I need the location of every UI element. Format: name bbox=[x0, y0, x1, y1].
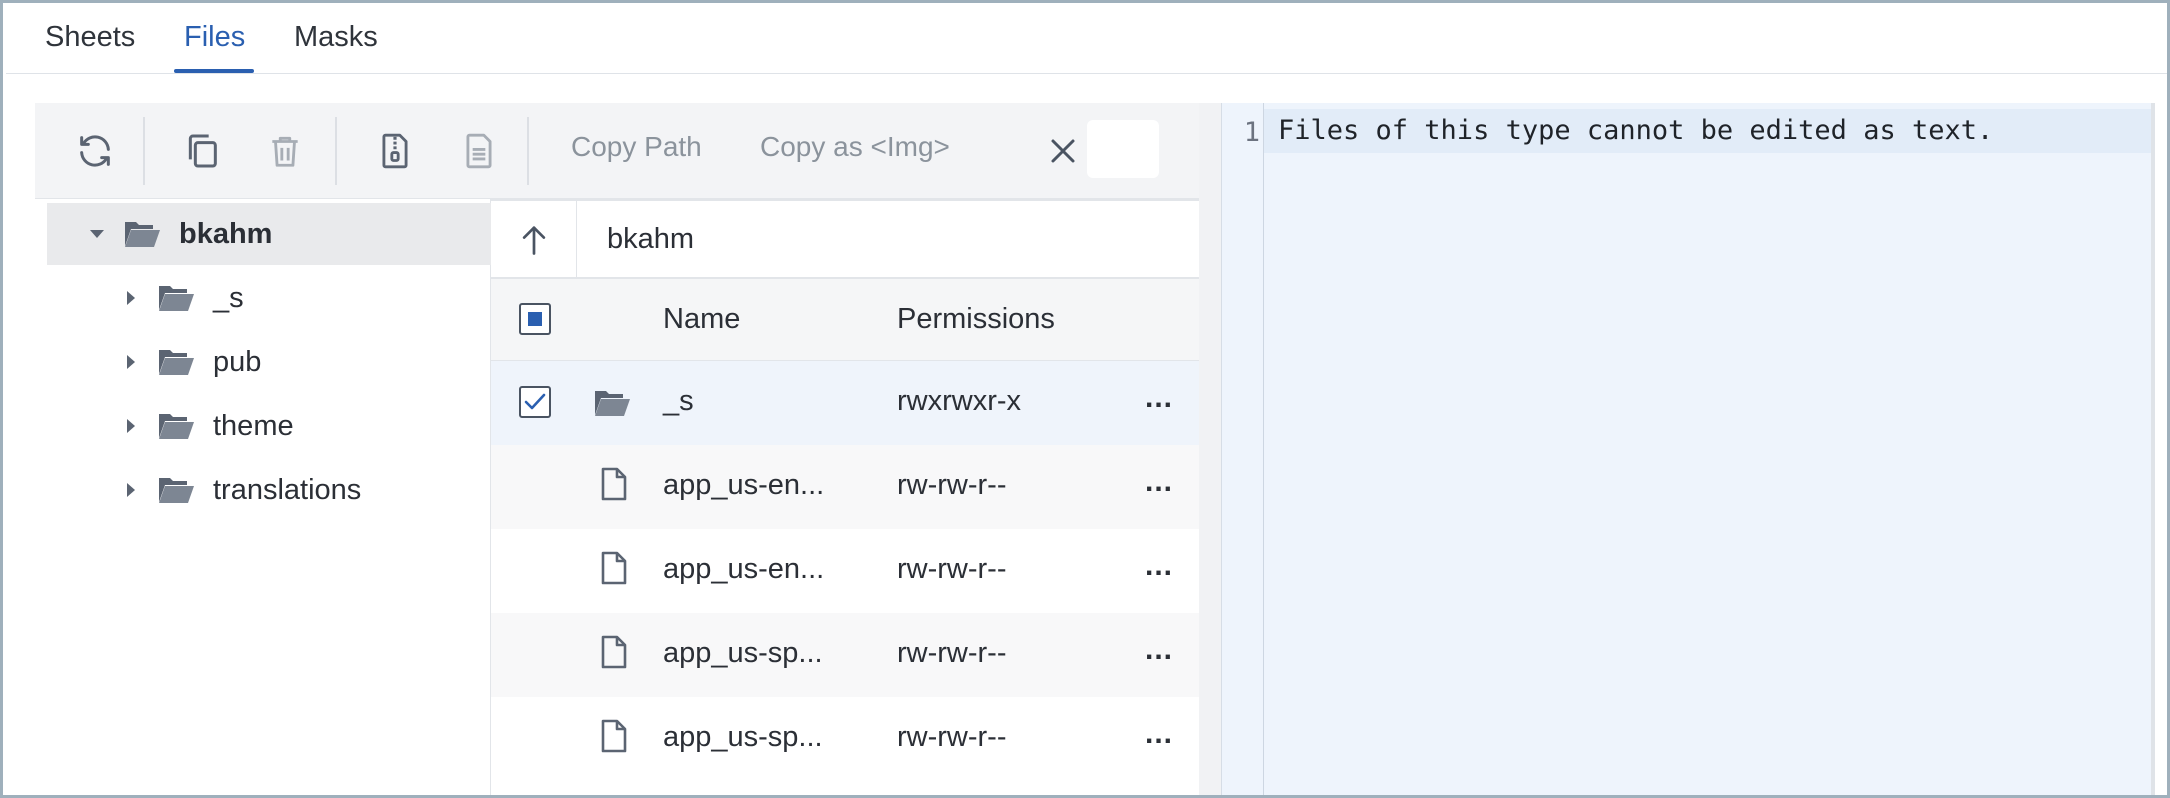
file-browser-panel: Copy Path Copy as <Img> bkahm _s pub the… bbox=[35, 103, 1199, 795]
current-path: bkahm bbox=[607, 223, 695, 255]
text-editor[interactable]: 1 Files of this type cannot be edited as… bbox=[1221, 103, 2152, 795]
caret-right-icon[interactable] bbox=[111, 482, 151, 498]
file-permissions: rw-rw-r-- bbox=[897, 469, 1007, 501]
file-icon bbox=[601, 551, 627, 590]
caret-right-icon[interactable] bbox=[111, 290, 151, 306]
editor-scroll-edge bbox=[2151, 103, 2155, 795]
tree-item-root[interactable]: bkahm bbox=[47, 203, 491, 265]
copy-icon bbox=[188, 134, 217, 168]
column-header-name[interactable]: Name bbox=[663, 303, 740, 336]
active-tab-indicator bbox=[174, 69, 254, 73]
caret-right-icon[interactable] bbox=[111, 418, 151, 434]
file-icon bbox=[601, 467, 627, 506]
toolbar-separator bbox=[143, 117, 145, 185]
table-row[interactable]: app_us-en... rw-rw-r-- ... bbox=[491, 445, 1199, 529]
file-icon bbox=[601, 719, 627, 758]
row-more-button[interactable]: ... bbox=[1145, 381, 1173, 415]
row-more-button[interactable]: ... bbox=[1145, 465, 1173, 499]
folder-open-icon bbox=[593, 387, 631, 424]
copy-as-img-button[interactable]: Copy as <Img> bbox=[760, 131, 950, 163]
file-name: _s bbox=[663, 385, 694, 417]
app-frame: Sheets Files Masks Copy Path Copy as <Im… bbox=[0, 0, 2170, 798]
trash-icon bbox=[272, 136, 298, 167]
refresh-button[interactable] bbox=[71, 127, 119, 175]
refresh-icon bbox=[80, 135, 110, 167]
file-name: app_us-en... bbox=[663, 553, 825, 585]
tab-sheets[interactable]: Sheets bbox=[45, 21, 135, 54]
caret-down-icon[interactable] bbox=[77, 228, 117, 240]
delete-button[interactable] bbox=[261, 127, 309, 175]
row-more-button[interactable]: ... bbox=[1145, 549, 1173, 583]
line-number-gutter: 1 bbox=[1222, 103, 1264, 795]
toolbar-separator bbox=[335, 117, 337, 185]
column-header-permissions[interactable]: Permissions bbox=[897, 303, 1055, 336]
copy-button[interactable] bbox=[178, 127, 226, 175]
table-row[interactable]: app_us-sp... rw-rw-r-- ... bbox=[491, 697, 1199, 781]
document-button[interactable] bbox=[455, 127, 503, 175]
table-row[interactable]: _s rwxrwxr-x ... bbox=[491, 361, 1199, 445]
tree-item-pub[interactable]: pub bbox=[47, 331, 491, 393]
editor-text: Files of this type cannot be edited as t… bbox=[1278, 115, 1994, 146]
tree-item-s[interactable]: _s bbox=[47, 267, 491, 329]
tree-item-label: theme bbox=[213, 409, 294, 442]
table-row[interactable]: app_us-en... rw-rw-r-- ... bbox=[491, 529, 1199, 613]
folder-open-icon bbox=[151, 474, 201, 506]
table-row[interactable]: app_us-sp... rw-rw-r-- ... bbox=[491, 613, 1199, 697]
tree-item-theme[interactable]: theme bbox=[47, 395, 491, 457]
file-table-header: Name Permissions bbox=[491, 279, 1199, 361]
tree-item-label: bkahm bbox=[179, 217, 273, 250]
zip-file-icon bbox=[382, 133, 408, 169]
file-permissions: rwxrwxr-x bbox=[897, 385, 1022, 417]
file-icon bbox=[601, 635, 627, 674]
up-directory-button[interactable] bbox=[491, 201, 577, 279]
tree-item-label: _s bbox=[213, 281, 244, 314]
checkmark-icon bbox=[524, 393, 546, 410]
row-more-button[interactable]: ... bbox=[1145, 633, 1173, 667]
select-all-checkbox[interactable] bbox=[519, 303, 551, 335]
folder-open-icon bbox=[151, 346, 201, 378]
folder-open-icon bbox=[117, 218, 167, 250]
tab-files[interactable]: Files bbox=[184, 21, 245, 54]
folder-tree: bkahm _s pub theme translations bbox=[35, 199, 491, 795]
copy-path-button[interactable]: Copy Path bbox=[571, 131, 702, 163]
caret-right-icon[interactable] bbox=[111, 354, 151, 370]
indeterminate-mark bbox=[528, 312, 542, 326]
document-icon bbox=[466, 133, 492, 169]
folder-open-icon bbox=[151, 282, 201, 314]
close-button[interactable] bbox=[1035, 125, 1091, 177]
archive-button[interactable] bbox=[371, 127, 419, 175]
toolbar-separator bbox=[527, 117, 529, 185]
file-name: app_us-en... bbox=[663, 469, 825, 501]
tree-item-label: pub bbox=[213, 345, 262, 378]
file-name: app_us-sp... bbox=[663, 721, 823, 753]
file-permissions: rw-rw-r-- bbox=[897, 721, 1007, 753]
tab-masks[interactable]: Masks bbox=[294, 21, 378, 54]
line-number: 1 bbox=[1243, 117, 1260, 148]
tree-item-translations[interactable]: translations bbox=[47, 459, 491, 521]
row-more-button[interactable]: ... bbox=[1145, 717, 1173, 751]
file-list: bkahm Name Permissions _s rwxrwxr-x ... … bbox=[491, 199, 1199, 795]
file-name: app_us-sp... bbox=[663, 637, 823, 669]
tab-bar: Sheets Files Masks bbox=[6, 3, 2167, 74]
close-icon bbox=[1051, 139, 1075, 163]
file-toolbar: Copy Path Copy as <Img> bbox=[35, 103, 1199, 199]
path-bar: bkahm bbox=[491, 199, 1199, 279]
file-permissions: rw-rw-r-- bbox=[897, 637, 1007, 669]
toolbar-empty-slot bbox=[1087, 120, 1159, 178]
tree-item-label: translations bbox=[213, 473, 362, 506]
file-permissions: rw-rw-r-- bbox=[897, 553, 1007, 585]
row-checkbox[interactable] bbox=[519, 386, 551, 418]
folder-open-icon bbox=[151, 410, 201, 442]
arrow-up-icon bbox=[522, 226, 545, 255]
panel-splitter[interactable] bbox=[1199, 103, 1221, 795]
